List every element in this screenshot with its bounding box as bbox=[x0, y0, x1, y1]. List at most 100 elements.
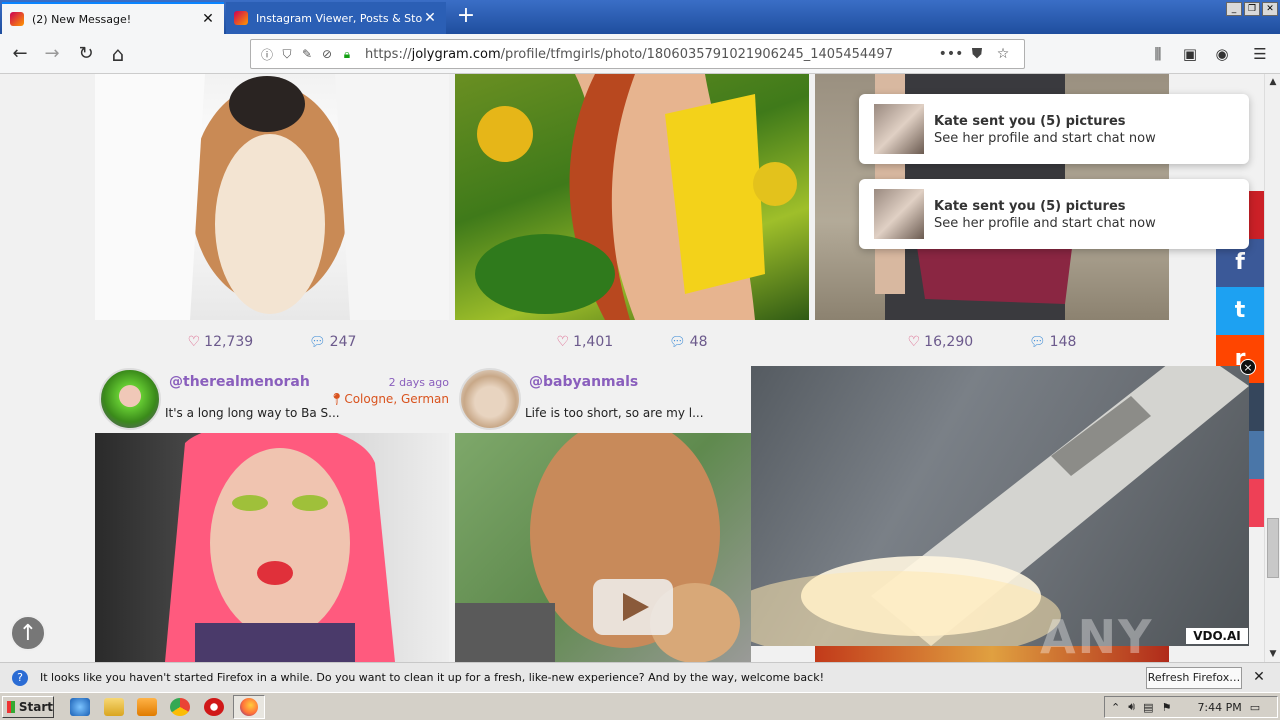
likes-value: 16,290 bbox=[924, 334, 974, 350]
clock[interactable]: 7:44 PM bbox=[1197, 701, 1241, 714]
tab-title: Instagram Viewer, Posts & Story Download bbox=[256, 11, 422, 25]
taskbar-firefox-button[interactable] bbox=[233, 695, 265, 719]
instagram-favicon-icon bbox=[234, 11, 248, 25]
network-icon[interactable]: ▤ bbox=[1143, 701, 1153, 714]
chrome-icon[interactable] bbox=[170, 698, 190, 716]
new-tab-button[interactable]: + bbox=[452, 4, 480, 30]
start-label: Start bbox=[18, 700, 53, 714]
bookmark-star-icon[interactable]: ☆ bbox=[990, 46, 1016, 62]
tab-new-message[interactable]: (2) New Message! ✕ bbox=[2, 2, 224, 34]
chat-notification-2[interactable]: Kate sent you (5) pictures See her profi… bbox=[859, 179, 1249, 249]
post-photo-dog-towel[interactable] bbox=[95, 74, 449, 320]
question-icon: ? bbox=[12, 669, 28, 686]
maximize-button[interactable]: ❐ bbox=[1244, 2, 1260, 16]
url-path: /profile/tfmgirls/photo/1806035791021906… bbox=[500, 46, 893, 62]
start-button[interactable]: Start bbox=[2, 696, 54, 718]
firefox-icon bbox=[240, 698, 258, 716]
comments-value: 148 bbox=[1049, 334, 1077, 350]
refresh-firefox-button[interactable]: Refresh Firefox… bbox=[1146, 667, 1242, 689]
windows-taskbar: Start ⌃ 🔊︎ ▤ ⚑ 7:44 PM ▭ bbox=[0, 692, 1280, 720]
show-desktop-icon[interactable]: ▭ bbox=[1250, 701, 1260, 714]
post-video-dog[interactable] bbox=[455, 433, 751, 662]
likes-count[interactable]: ♡ 16,290 bbox=[908, 332, 974, 352]
lock-icon[interactable]: 🔒︎ bbox=[339, 47, 355, 62]
media-player-icon[interactable] bbox=[137, 698, 157, 716]
comment-icon: 💬︎ bbox=[669, 334, 686, 350]
minimize-button[interactable]: _ bbox=[1226, 2, 1242, 16]
back-button[interactable]: ← bbox=[6, 40, 34, 68]
url-prefix: https:// bbox=[365, 46, 412, 62]
likes-value: 12,739 bbox=[204, 334, 254, 350]
notification-title: Kate sent you (5) pictures bbox=[934, 199, 1126, 214]
avatar[interactable] bbox=[99, 368, 161, 430]
notification-subtitle: See her profile and start chat now bbox=[934, 131, 1156, 146]
forward-button[interactable]: → bbox=[38, 40, 66, 68]
info-icon[interactable]: ⓘ bbox=[259, 46, 275, 63]
video-ad-player[interactable] bbox=[751, 366, 1249, 646]
comments-value: 48 bbox=[689, 334, 708, 350]
window-controls: _ ❐ ✕ bbox=[1226, 2, 1278, 16]
scroll-thumb[interactable] bbox=[1267, 518, 1279, 578]
page-scrollbar[interactable]: ▲ ▼ bbox=[1264, 74, 1280, 662]
tab-strip: (2) New Message! ✕ Instagram Viewer, Pos… bbox=[0, 0, 1280, 34]
notification-close-button[interactable]: ✕ bbox=[1250, 668, 1268, 686]
reload-button[interactable]: ↻ bbox=[72, 40, 100, 68]
notification-title: Kate sent you (5) pictures bbox=[934, 114, 1126, 129]
likes-count[interactable]: ♡ 1,401 bbox=[557, 332, 614, 352]
avatar[interactable] bbox=[459, 368, 521, 430]
url-bar[interactable]: ⓘ ⛉ ✎ ⊘ 🔒︎ https://jolygram.com/profile/… bbox=[250, 39, 1025, 69]
windows-logo-icon bbox=[7, 701, 15, 713]
username-link[interactable]: @therealmenorah bbox=[169, 374, 310, 390]
post-caption: Life is too short, so are my l... bbox=[525, 406, 704, 420]
notification-thumbnail bbox=[874, 189, 924, 239]
folder-icon[interactable] bbox=[104, 698, 124, 716]
rocket-launch-image bbox=[751, 366, 1249, 646]
library-icon[interactable]: ⫼ bbox=[1146, 42, 1170, 66]
action-center-flag-icon[interactable]: ⚑ bbox=[1162, 701, 1172, 714]
home-button[interactable]: ⌂ bbox=[104, 40, 132, 68]
heart-icon: ♡ bbox=[187, 334, 201, 350]
username-link[interactable]: @babyanmals bbox=[529, 374, 638, 390]
internet-explorer-icon[interactable] bbox=[70, 698, 90, 716]
tab-close-icon[interactable]: ✕ bbox=[422, 10, 438, 26]
shield-icon[interactable]: ⛉ bbox=[279, 47, 295, 62]
comments-count[interactable]: 💬︎ 148 bbox=[1029, 332, 1076, 352]
url-text[interactable]: https://jolygram.com/profile/tfmgirls/ph… bbox=[365, 47, 938, 62]
tray-expand-icon[interactable]: ⌃ bbox=[1111, 701, 1120, 714]
scroll-up-arrow-icon[interactable]: ▲ bbox=[1265, 74, 1280, 90]
comments-value: 247 bbox=[329, 334, 357, 350]
scroll-to-top-button[interactable]: ↑ bbox=[10, 615, 46, 651]
page-actions-icon[interactable]: ••• bbox=[938, 46, 964, 62]
link-icon[interactable]: ⊘ bbox=[319, 47, 335, 61]
chat-notification-1[interactable]: Kate sent you (5) pictures See her profi… bbox=[859, 94, 1249, 164]
tab-instagram-viewer[interactable]: Instagram Viewer, Posts & Story Download… bbox=[226, 2, 446, 34]
close-window-button[interactable]: ✕ bbox=[1262, 2, 1278, 16]
comments-count[interactable]: 💬︎ 247 bbox=[309, 332, 356, 352]
post-photo-pink-hair[interactable] bbox=[95, 433, 449, 662]
post-header-1: @therealmenorah 2 days ago 📍︎Cologne, Ge… bbox=[95, 366, 449, 432]
hamburger-menu-icon[interactable]: ☰ bbox=[1248, 42, 1272, 66]
permissions-icon[interactable]: ✎ bbox=[299, 47, 315, 61]
twitter-share-button[interactable]: t bbox=[1216, 287, 1264, 335]
play-icon bbox=[623, 593, 649, 621]
likes-count[interactable]: ♡ 12,739 bbox=[188, 332, 254, 352]
notification-subtitle: See her profile and start chat now bbox=[934, 216, 1156, 231]
opera-icon[interactable] bbox=[204, 698, 224, 716]
post-location[interactable]: 📍︎Cologne, German bbox=[329, 392, 449, 406]
sidebar-icon[interactable]: ▣ bbox=[1178, 42, 1202, 66]
comments-count[interactable]: 💬︎ 48 bbox=[669, 332, 707, 352]
tab-close-icon[interactable]: ✕ bbox=[200, 11, 216, 27]
location-text: Cologne, German bbox=[344, 392, 449, 406]
account-icon[interactable]: ◉ bbox=[1210, 42, 1234, 66]
pink-hair-image bbox=[165, 433, 395, 662]
post-photo-sunflowers[interactable] bbox=[455, 74, 809, 320]
play-button[interactable] bbox=[593, 579, 673, 635]
video-close-button[interactable]: × bbox=[1240, 359, 1256, 375]
volume-icon[interactable]: 🔊︎ bbox=[1128, 700, 1135, 714]
heart-icon: ♡ bbox=[907, 334, 921, 350]
post-stats-1: ♡ 12,739 💬︎ 247 bbox=[95, 332, 449, 352]
url-domain: jolygram.com bbox=[411, 46, 501, 62]
dog-towel-image bbox=[95, 74, 449, 320]
pocket-icon[interactable]: ⛊ bbox=[964, 46, 990, 62]
navigation-bar: ← → ↻ ⌂ ⓘ ⛉ ✎ ⊘ 🔒︎ https://jolygram.com/… bbox=[0, 34, 1280, 74]
